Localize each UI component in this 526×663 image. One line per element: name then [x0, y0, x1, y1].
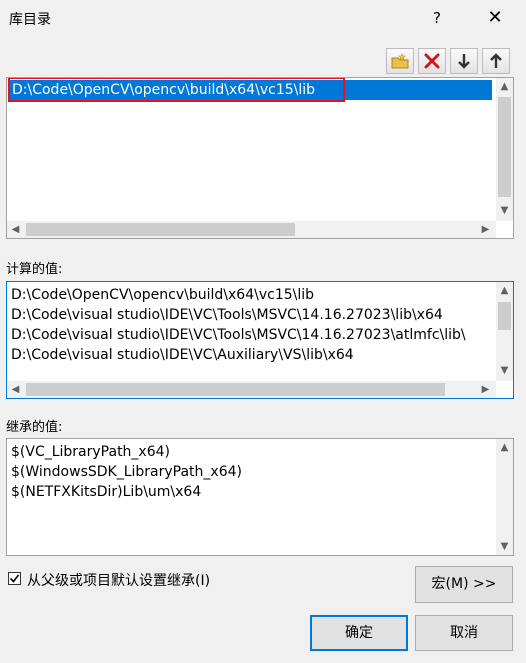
delete-button[interactable]: [418, 48, 446, 74]
vscroll-thumb[interactable]: [498, 97, 511, 197]
vscroll-thumb[interactable]: [498, 302, 511, 330]
checkmark-icon: [9, 574, 20, 583]
scroll-down-icon[interactable]: ▼: [496, 202, 513, 219]
inherited-entry: $(WindowsSDK_LibraryPath_x64): [11, 464, 242, 480]
scroll-up-icon[interactable]: ▲: [496, 439, 513, 456]
close-button[interactable]: ✕: [478, 4, 512, 32]
directory-edit-list[interactable]: D:\Code\OpenCV\opencv\build\x64\vc15\lib…: [6, 77, 514, 239]
inherited-entry: $(NETFXKitsDir)Lib\um\x64: [11, 484, 202, 500]
edit-list-hscrollbar[interactable]: ◀ ▶: [7, 221, 496, 238]
cancel-button[interactable]: 取消: [415, 615, 513, 651]
arrow-down-icon: [458, 54, 470, 69]
scroll-down-icon[interactable]: ▼: [496, 538, 513, 555]
scroll-down-icon[interactable]: ▼: [496, 362, 513, 379]
scroll-left-icon[interactable]: ◀: [7, 221, 24, 238]
hscroll-thumb[interactable]: [26, 383, 445, 396]
edit-list-vscrollbar[interactable]: ▲ ▼: [496, 78, 513, 221]
computed-values-list[interactable]: D:\Code\OpenCV\opencv\build\x64\vc15\lib…: [6, 281, 514, 399]
delete-icon: [424, 53, 440, 69]
scroll-right-icon[interactable]: ▶: [477, 221, 494, 238]
inherited-entry: $(VC_LibraryPath_x64): [11, 444, 170, 460]
inherited-vscrollbar[interactable]: ▲ ▼: [496, 439, 513, 555]
inherit-checkbox[interactable]: [8, 572, 21, 585]
computed-entry: D:\Code\OpenCV\opencv\build\x64\vc15\lib: [11, 287, 315, 303]
inherited-values-list[interactable]: $(VC_LibraryPath_x64) $(WindowsSDK_Libra…: [6, 438, 514, 556]
move-down-button[interactable]: [450, 48, 478, 74]
computed-entry: D:\Code\visual studio\IDE\VC\Tools\MSVC\…: [11, 327, 466, 343]
new-line-button[interactable]: [386, 48, 414, 74]
help-button[interactable]: ?: [420, 4, 454, 32]
scroll-up-icon[interactable]: ▲: [496, 78, 513, 95]
scroll-left-icon[interactable]: ◀: [7, 381, 24, 398]
computed-vscrollbar[interactable]: ▲ ▼: [496, 282, 513, 381]
hscroll-thumb[interactable]: [26, 223, 295, 236]
computed-entry: D:\Code\visual studio\IDE\VC\Tools\MSVC\…: [11, 307, 443, 323]
scroll-up-icon[interactable]: ▲: [496, 282, 513, 299]
computed-entry: D:\Code\visual studio\IDE\VC\Auxiliary\V…: [11, 347, 354, 363]
computed-hscrollbar[interactable]: ◀ ▶: [7, 381, 496, 398]
highlight-box: [8, 78, 345, 102]
computed-values-label: 计算的值:: [6, 262, 63, 277]
dialog-title: 库目录: [9, 12, 51, 28]
inherited-values-label: 继承的值:: [6, 420, 63, 435]
ok-button[interactable]: 确定: [310, 615, 408, 651]
arrow-up-icon: [490, 53, 502, 68]
macro-button[interactable]: 宏(M) >>: [415, 566, 513, 603]
new-folder-icon: [391, 53, 409, 69]
inherit-checkbox-label[interactable]: 从父级或项目默认设置继承(I): [27, 570, 210, 590]
scroll-right-icon[interactable]: ▶: [477, 381, 494, 398]
move-up-button[interactable]: [482, 48, 510, 74]
